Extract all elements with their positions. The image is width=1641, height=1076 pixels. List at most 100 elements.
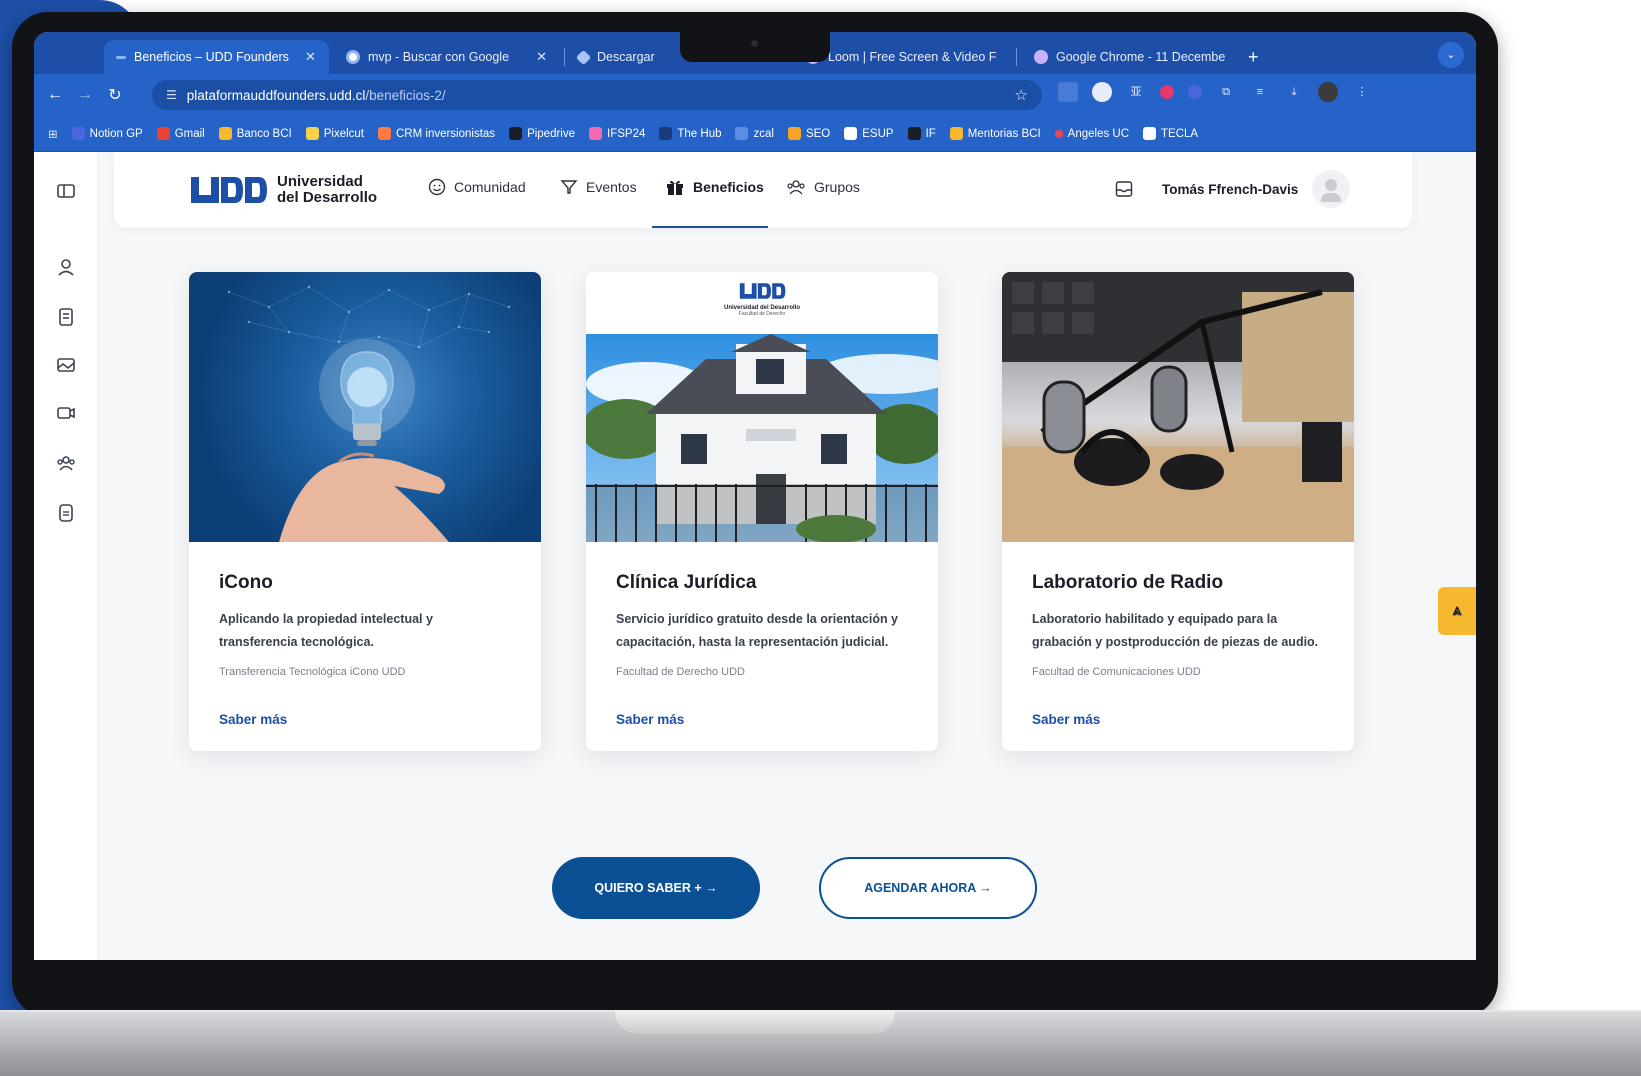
diamond-icon xyxy=(575,49,592,65)
video-icon[interactable] xyxy=(55,402,77,424)
nav-label: Grupos xyxy=(814,179,860,195)
saber-mas-link[interactable]: Saber más xyxy=(219,712,511,727)
camera-notch xyxy=(680,32,830,62)
chrome-icon xyxy=(1034,50,1048,64)
tab-separator xyxy=(1016,48,1017,66)
bookmark-ifsp24[interactable]: IFSP24 xyxy=(589,127,645,140)
bookmark-label: Pipedrive xyxy=(527,127,576,140)
tab-label: Loom | Free Screen & Video F xyxy=(828,50,997,64)
tab-google-chrome[interactable]: Google Chrome - 11 Decembe ✕ xyxy=(1022,40,1242,74)
red-extension-icon[interactable] xyxy=(1160,85,1174,99)
ifsp-icon xyxy=(589,127,603,140)
if-icon xyxy=(907,127,921,140)
forward-arrow-icon[interactable]: → xyxy=(70,86,100,104)
bookmark-gmail[interactable]: Gmail xyxy=(156,127,205,140)
nav-grupos[interactable]: Grupos xyxy=(786,178,860,196)
more-menu-icon[interactable]: ⋮ xyxy=(1352,82,1372,102)
nav-beneficios[interactable]: Beneficios xyxy=(665,178,764,196)
back-arrow-icon[interactable]: ← xyxy=(40,86,70,104)
bookmark-angeles-uc[interactable]: Angeles UC xyxy=(1054,128,1129,140)
address-bar[interactable]: ☰ plataformauddfounders.udd.cl /benefici… xyxy=(152,80,1042,110)
bookmark-banco-bci[interactable]: Banco BCI xyxy=(218,127,292,140)
active-nav-underline xyxy=(652,226,768,228)
translate-extension-icon[interactable] xyxy=(1058,82,1078,102)
bookmark-label: The Hub xyxy=(677,127,722,140)
close-tab-icon[interactable]: ✕ xyxy=(1241,49,1242,65)
pipedrive-icon xyxy=(509,127,523,140)
tab-search-icon[interactable]: ⌄ xyxy=(1438,42,1464,68)
text-extension-icon[interactable]: 亚 xyxy=(1126,82,1146,102)
bookmark-zcal[interactable]: zcal xyxy=(735,127,774,140)
udd-logo[interactable]: Universidad del Desarrollo xyxy=(189,174,377,206)
card-title: Clínica Jurídica xyxy=(616,572,757,593)
card-title: iCono xyxy=(219,572,273,593)
bookmark-label: TECLA xyxy=(1161,127,1199,140)
law-school-caption-2: Facultad de Derecho xyxy=(738,311,786,317)
bookmark-the-hub[interactable]: The Hub xyxy=(659,127,721,140)
reload-icon[interactable]: ↻ xyxy=(100,85,130,105)
agendar-ahora-button[interactable]: AGENDAR AHORA → xyxy=(819,857,1037,919)
card-image-law-school: Universidad del Desarrollo Facultad de D… xyxy=(586,272,938,542)
quiero-saber-button[interactable]: QUIERO SABER + → xyxy=(552,857,760,919)
saber-mas-link[interactable]: Saber más xyxy=(616,712,908,727)
site-settings-icon[interactable]: ☰ xyxy=(166,88,177,102)
nav-label: Beneficios xyxy=(693,179,764,195)
groups-icon[interactable] xyxy=(55,452,77,474)
tab-beneficios[interactable]: Beneficios – UDD Founders ✕ xyxy=(104,40,329,74)
download-icon[interactable]: ⤓ xyxy=(1284,82,1304,102)
puzzle-icon[interactable]: ⧉ xyxy=(1216,82,1236,102)
blue-extension-icon[interactable] xyxy=(1188,85,1202,99)
nav-comunidad[interactable]: Comunidad xyxy=(428,178,526,196)
bookmark-pipedrive[interactable]: Pipedrive xyxy=(509,127,575,140)
directory-icon[interactable] xyxy=(55,306,77,328)
apps-grid-icon[interactable]: ⊞ xyxy=(48,127,58,141)
card-body: iCono Aplicando la propiedad intelectual… xyxy=(189,542,541,751)
nav-eventos[interactable]: Eventos xyxy=(560,178,637,196)
scroll-to-top-button[interactable]: ⩓ xyxy=(1438,587,1476,635)
user-menu[interactable]: Tomás Ffrench-Davis xyxy=(1114,170,1351,208)
card-image-radio-studio xyxy=(1002,272,1354,542)
new-tab-button[interactable]: + xyxy=(1248,40,1259,74)
bookmark-label: SEO xyxy=(805,127,831,140)
sidebar-toggle-icon[interactable] xyxy=(55,180,77,202)
document-icon[interactable] xyxy=(55,502,77,524)
card-title: Laboratorio de Radio xyxy=(1032,572,1224,593)
bookmark-mentorias-bci[interactable]: Mentorias BCI xyxy=(949,127,1041,140)
avatar[interactable] xyxy=(1312,170,1351,208)
stage: Beneficios – UDD Founders ✕ mvp - Buscar… xyxy=(0,0,1641,1076)
gallery-icon[interactable] xyxy=(55,354,77,376)
gmail-icon xyxy=(156,127,170,140)
bookmark-tecla[interactable]: TECLA xyxy=(1143,127,1198,140)
chevron-up-icon: ⩓ xyxy=(1452,602,1462,619)
bookmark-crm[interactable]: CRM inversionistas xyxy=(378,127,495,140)
laptop-base-notch xyxy=(615,1010,895,1034)
bookmark-esup[interactable]: ESUP xyxy=(844,127,894,140)
close-tab-icon[interactable]: ✕ xyxy=(536,49,547,65)
bookmark-star-icon[interactable]: ☆ xyxy=(1015,86,1028,104)
benefit-card-icono: iCono Aplicando la propiedad intelectual… xyxy=(189,272,541,751)
bookmark-if[interactable]: IF xyxy=(907,127,936,140)
logo-line-2: del Desarrollo xyxy=(277,189,378,206)
tab-google-search[interactable]: mvp - Buscar con Google ✕ xyxy=(334,40,559,74)
tab-favicon-icon xyxy=(116,55,126,59)
inbox-icon[interactable] xyxy=(1114,179,1134,199)
page-content: Universidad del Desarrollo Comunidad Eve… xyxy=(34,152,1476,960)
profile-avatar-icon[interactable] xyxy=(1318,82,1338,102)
reading-list-icon[interactable]: ≡ xyxy=(1250,82,1270,102)
bookmark-pixelcut[interactable]: Pixelcut xyxy=(305,127,364,140)
bookmark-notion-gp[interactable]: Notion GP xyxy=(71,127,143,140)
nav-label: Eventos xyxy=(586,179,637,195)
card-source: Facultad de Derecho UDD xyxy=(616,666,746,678)
seo-icon xyxy=(787,127,801,140)
close-tab-icon[interactable]: ✕ xyxy=(305,49,316,65)
card-description: Servicio jurídico gratuito desde la orie… xyxy=(616,612,899,649)
card-source: Transferencia Tecnológica iCono UDD xyxy=(219,666,406,678)
profile-extension-icon[interactable] xyxy=(1092,82,1112,102)
logo-text: Universidad del Desarrollo xyxy=(277,174,377,206)
benefit-card-laboratorio-radio: Laboratorio de Radio Laboratorio habilit… xyxy=(1002,272,1354,751)
saber-mas-link[interactable]: Saber más xyxy=(1032,712,1324,727)
profile-icon[interactable] xyxy=(55,256,77,278)
tab-descargar[interactable]: Descargar xyxy=(566,40,696,74)
card-body: Clínica Jurídica Servicio jurídico gratu… xyxy=(586,542,938,751)
bookmark-seo[interactable]: SEO xyxy=(787,127,831,140)
